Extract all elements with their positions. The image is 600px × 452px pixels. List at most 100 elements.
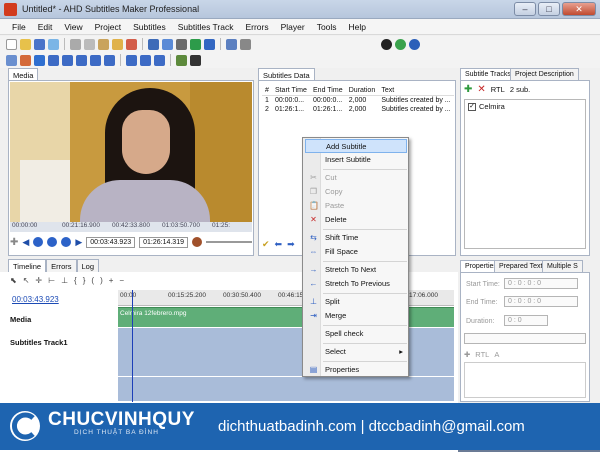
menu-file[interactable]: File	[6, 19, 32, 34]
menu-item-stretch-to-previous[interactable]: ← Stretch To Previous	[305, 277, 407, 291]
menu-item-copy[interactable]: ❐ Copy	[305, 185, 407, 199]
copy-icon[interactable]	[84, 38, 95, 50]
merge-icon[interactable]	[140, 54, 151, 66]
timeline-current-time[interactable]: 00:03:43.923	[12, 295, 59, 304]
plus-icon[interactable]: ✚	[464, 350, 470, 359]
menu-subtitles[interactable]: Subtitles	[127, 19, 172, 34]
close-button[interactable]: ✕	[562, 2, 596, 16]
new-file-icon[interactable]	[6, 38, 17, 50]
tab-prepared-text[interactable]: Prepared Text	[494, 260, 548, 272]
menu-item-cut[interactable]: ✂ Cut	[305, 171, 407, 185]
paren-right-icon[interactable]: )	[100, 276, 103, 285]
col-duration[interactable]: Duration	[345, 86, 379, 96]
play-button[interactable]	[33, 237, 44, 247]
help-icon[interactable]	[409, 38, 420, 50]
timing-icon[interactable]	[176, 54, 187, 66]
arrow-right-icon[interactable]: ➡	[287, 239, 295, 250]
film-icon[interactable]	[176, 38, 187, 50]
minimize-button[interactable]: –	[514, 2, 536, 16]
spell-check-icon[interactable]	[226, 38, 237, 50]
pause-button[interactable]	[47, 237, 58, 247]
start-time-field[interactable]: 0 : 0 : 0 : 0	[504, 278, 578, 289]
menu-item-merge[interactable]: ⇥ Merge	[305, 309, 407, 323]
save-as-icon[interactable]	[48, 38, 59, 50]
add-track-icon[interactable]: ✚	[464, 84, 472, 95]
zoom-out-icon[interactable]: −	[119, 276, 124, 285]
user-icon[interactable]	[395, 38, 406, 50]
pointer-icon[interactable]: ⬉	[10, 276, 17, 285]
menu-subtitles-track[interactable]: Subtitles Track	[172, 19, 240, 34]
film-strip-icon[interactable]	[190, 54, 201, 66]
list-item[interactable]: ✓ Celmira	[465, 100, 585, 113]
rtl-button[interactable]: RTL	[491, 85, 505, 94]
style-dropdown[interactable]	[464, 333, 586, 344]
stretch-next-icon[interactable]	[90, 54, 101, 66]
info-icon[interactable]	[381, 38, 392, 50]
tab-subtitle-tracks[interactable]: Subtitle Tracks	[460, 68, 516, 80]
arrow-left-icon[interactable]: ⬅	[275, 239, 283, 250]
col-number[interactable]: #	[262, 86, 272, 96]
menu-item-add-subtitle[interactable]: Add Subtitle	[305, 139, 407, 153]
subtitle-text-editor[interactable]	[464, 362, 586, 398]
menu-edit[interactable]: Edit	[32, 19, 59, 34]
menu-item-fill-space[interactable]: ⇔ Fill Space	[305, 245, 407, 259]
fill-space-icon[interactable]	[154, 54, 165, 66]
shift-icon[interactable]	[76, 54, 87, 66]
tab-multiple[interactable]: Multiple S	[542, 260, 583, 272]
table-row[interactable]: 1 00:00:0... 00:00:0... 2,000 Subtitles …	[262, 96, 454, 106]
table-row[interactable]: 2 01:26:1... 01:26:1... 2,000 Subtitles …	[262, 105, 454, 114]
menu-item-shift-time[interactable]: ⇆ Shift Time	[305, 231, 407, 245]
menu-item-spell-check[interactable]: Spell check	[305, 327, 407, 341]
save-icon[interactable]	[34, 38, 45, 50]
arrow-left-icon[interactable]	[48, 54, 59, 66]
menu-item-select[interactable]: Select ▸	[305, 345, 407, 359]
menu-player[interactable]: Player	[275, 19, 311, 34]
menu-item-delete[interactable]: ✕ Delete	[305, 213, 407, 227]
menu-errors[interactable]: Errors	[239, 19, 274, 34]
paren-left-icon[interactable]: (	[91, 276, 94, 285]
menu-view[interactable]: View	[58, 19, 88, 34]
record-icon[interactable]	[20, 54, 31, 66]
menu-tools[interactable]: Tools	[311, 19, 343, 34]
volume-slider[interactable]	[205, 241, 252, 243]
forward-icon[interactable]: ▶	[75, 237, 82, 248]
stretch-prev-icon[interactable]	[104, 54, 115, 66]
menu-item-split[interactable]: ⊥ Split	[305, 295, 407, 309]
menu-item-paste[interactable]: 📋 Paste	[305, 199, 407, 213]
stop-button[interactable]	[61, 237, 72, 247]
insert-icon[interactable]: ⊢	[48, 276, 55, 285]
find-icon[interactable]	[148, 38, 159, 50]
delete-icon[interactable]	[126, 38, 137, 50]
bracket-left-icon[interactable]: {	[74, 276, 77, 285]
zoom-in-icon[interactable]: +	[109, 276, 114, 285]
col-end-time[interactable]: End Time	[310, 86, 346, 96]
open-folder-icon[interactable]	[20, 38, 31, 50]
remove-track-icon[interactable]: ✕	[477, 84, 485, 95]
col-start-time[interactable]: Start Time	[271, 86, 311, 96]
move-icon[interactable]: ✛	[35, 276, 42, 285]
rewind-icon[interactable]: ◀	[22, 237, 29, 248]
split-icon[interactable]: ⊥	[61, 276, 68, 285]
maximize-button[interactable]: □	[538, 2, 560, 16]
paste-icon[interactable]	[98, 38, 109, 50]
menu-project[interactable]: Project	[89, 19, 127, 34]
settings-icon[interactable]	[240, 38, 251, 50]
add-icon[interactable]: ✚	[10, 237, 18, 248]
volume-icon[interactable]	[191, 237, 202, 247]
menu-item-properties[interactable]: ▤ Properties	[305, 363, 407, 377]
timeline-playhead[interactable]	[132, 290, 133, 402]
video-preview[interactable]	[10, 82, 252, 222]
globe-icon[interactable]	[34, 54, 45, 66]
arrow-right-icon[interactable]	[62, 54, 73, 66]
zoom-icon[interactable]	[204, 38, 215, 50]
play-icon[interactable]	[190, 38, 201, 50]
select-icon[interactable]	[6, 54, 17, 66]
bracket-right-icon[interactable]: }	[83, 276, 86, 285]
col-text[interactable]: Text	[378, 86, 454, 96]
arrow-icon[interactable]: ↖	[23, 276, 30, 285]
duration-field[interactable]: 0 : 0	[504, 315, 548, 326]
split-icon[interactable]	[126, 54, 137, 66]
edit-icon[interactable]	[112, 38, 123, 50]
checkbox-icon[interactable]: ✓	[468, 102, 476, 111]
cut-icon[interactable]	[70, 38, 81, 50]
